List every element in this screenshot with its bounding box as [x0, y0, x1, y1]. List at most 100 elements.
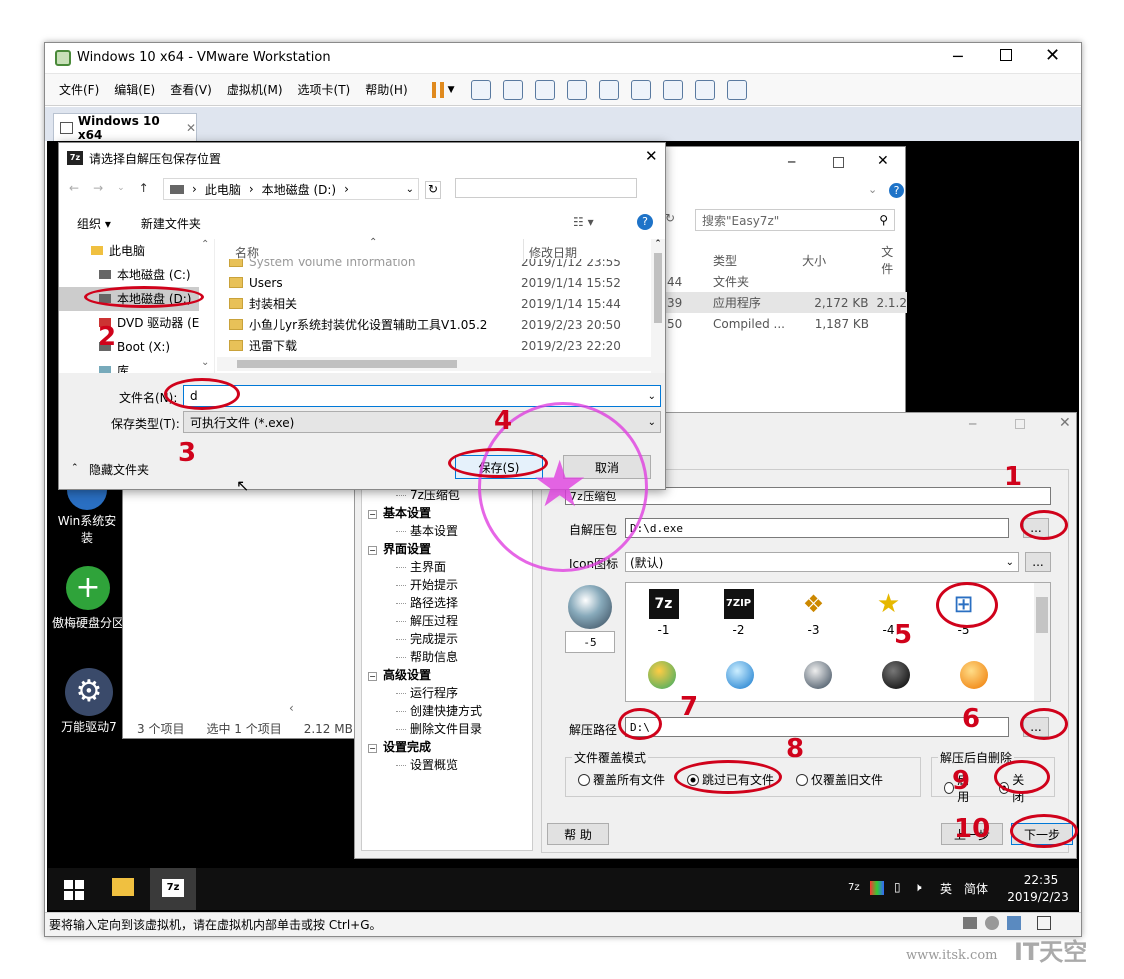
icon-browse-button[interactable]: ...: [1025, 552, 1051, 572]
filename-dropdown-icon[interactable]: ⌄: [648, 391, 656, 402]
hide-folders-toggle[interactable]: 隐藏文件夹: [89, 461, 149, 478]
icon-option-7[interactable]: [726, 661, 754, 689]
tab-vm[interactable]: Windows 10 x64 ✕: [53, 113, 197, 142]
collapse-icon[interactable]: −: [368, 510, 377, 519]
clock-date[interactable]: 2019/2/23: [998, 890, 1078, 904]
send-keys-icon[interactable]: [470, 79, 491, 100]
menu-item[interactable]: 文件(F): [59, 81, 99, 98]
dialog-close-icon[interactable]: ✕: [645, 147, 658, 165]
icon-option[interactable]: ❖ -3: [776, 589, 851, 637]
easy-minimize-icon[interactable]: ─: [969, 417, 976, 431]
file-row[interactable]: Users 2019/1/14 15:52: [229, 272, 653, 293]
icon-option-8[interactable]: [804, 661, 832, 689]
scroll-left-icon[interactable]: ‹: [289, 701, 294, 715]
tree-node[interactable]: 解压过程: [368, 612, 532, 630]
bomb-icon[interactable]: [882, 661, 910, 689]
maximize-icon[interactable]: [1000, 49, 1012, 61]
forward-icon[interactable]: →: [93, 181, 103, 195]
breadcrumb[interactable]: › 此电脑 › 本地磁盘 (D:) › ⌄: [163, 178, 419, 200]
chevron-up-icon[interactable]: ⌃: [71, 463, 79, 473]
explorer-row[interactable]: :44 文件夹: [663, 271, 907, 292]
refresh-icon[interactable]: ↻: [665, 211, 675, 225]
clock-time[interactable]: 22:35: [1016, 873, 1066, 887]
file-row[interactable]: 小鱼儿yr系统封装优化设置辅助工具V1.05.2 2019/2/23 20:50: [229, 314, 653, 335]
dropdown-icon[interactable]: ▼: [448, 85, 455, 95]
tree-node[interactable]: 运行程序: [368, 684, 532, 702]
menu-item[interactable]: 选项卡(T): [298, 81, 351, 98]
fullscreen-icon[interactable]: [662, 79, 683, 100]
organize-menu[interactable]: 组织 ▾: [77, 215, 111, 232]
tray-color-icon[interactable]: [870, 881, 884, 895]
ime-indicator[interactable]: 英: [940, 880, 952, 897]
tree-node[interactable]: − 高级设置: [368, 666, 532, 684]
taskbar-7z[interactable]: 7z: [150, 868, 196, 910]
breadcrumb-dropdown-icon[interactable]: ⌄: [406, 184, 414, 195]
lang-indicator[interactable]: 简体: [964, 880, 988, 897]
tree-node[interactable]: 路径选择: [368, 594, 532, 612]
file-row[interactable]: 封装相关 2019/1/14 15:44: [229, 293, 653, 314]
back-icon[interactable]: ←: [69, 181, 79, 195]
icon-option[interactable]: 7z -1: [626, 589, 701, 637]
volume-mute-icon[interactable]: 🕨: [914, 880, 922, 895]
dialog-search-input[interactable]: [455, 178, 637, 198]
recent-icon[interactable]: ⌄: [117, 183, 125, 193]
menu-item[interactable]: 编辑(E): [114, 81, 155, 98]
nav-item[interactable]: Boot (X:): [59, 335, 199, 359]
col-type[interactable]: 类型: [713, 252, 802, 269]
easy-maximize-icon[interactable]: [1015, 419, 1025, 429]
menu-item[interactable]: 虚拟机(M): [227, 81, 283, 98]
start-icon[interactable]: [64, 880, 84, 900]
tab-close-icon[interactable]: ✕: [186, 121, 196, 135]
usb-icon[interactable]: ▯: [894, 880, 901, 894]
tree-node[interactable]: − 设置完成: [368, 738, 532, 756]
snapshot-manager-icon[interactable]: [566, 79, 587, 100]
view-options-icon[interactable]: ☷ ▾: [573, 215, 594, 229]
ribbon-expand-icon[interactable]: ⌄: [868, 183, 877, 196]
desktop-icon-partition[interactable]: + 傲梅硬盘分区: [50, 566, 126, 631]
help-button[interactable]: 帮 助: [547, 823, 609, 845]
crumb-drive[interactable]: 本地磁盘 (D:): [262, 181, 336, 198]
tray-7z-icon[interactable]: 7z: [848, 882, 860, 893]
radio-option[interactable]: 覆盖所有文件: [578, 771, 665, 788]
nav-item[interactable]: DVD 驱动器 (E: [59, 311, 199, 335]
collapse-icon[interactable]: −: [368, 672, 377, 681]
hscrollbar[interactable]: [217, 357, 651, 371]
desktop-icon-driver[interactable]: ⚙ 万能驱动7: [54, 668, 124, 735]
explorer-close-icon[interactable]: ✕: [877, 153, 889, 169]
revert-snapshot-icon[interactable]: [534, 79, 555, 100]
filename-input[interactable]: d ⌄: [183, 385, 661, 407]
menu-item[interactable]: 查看(V): [170, 81, 212, 98]
file-scrollbar[interactable]: ⌃: [651, 239, 665, 373]
minimize-icon[interactable]: ─: [953, 47, 963, 66]
explorer-maximize-icon[interactable]: [833, 157, 844, 168]
nav-scroll-up-icon[interactable]: ⌃: [201, 239, 209, 250]
collapse-icon[interactable]: −: [368, 744, 377, 753]
file-explorer-icon[interactable]: [112, 878, 134, 896]
crumb-pc[interactable]: 此电脑: [205, 181, 241, 198]
tree-node[interactable]: 创建快捷方式: [368, 702, 532, 720]
nav-item[interactable]: 此电脑: [59, 239, 199, 263]
nav-scroll-down-icon[interactable]: ⌄: [201, 357, 209, 368]
explorer-search-input[interactable]: 搜索"Easy7z" ⚲: [695, 209, 895, 231]
radio-option[interactable]: 仅覆盖旧文件: [796, 771, 883, 788]
icon-select[interactable]: (默认) ⌄: [625, 552, 1019, 572]
pause-icon[interactable]: [431, 81, 444, 98]
file-row[interactable]: System Volume Information 2019/1/12 23:55: [229, 259, 653, 272]
icon-scrollbar[interactable]: [1034, 583, 1050, 701]
help-icon[interactable]: ?: [637, 214, 653, 230]
up-icon[interactable]: ↑: [139, 181, 149, 195]
new-folder-button[interactable]: 新建文件夹: [141, 215, 201, 232]
help-icon[interactable]: ?: [889, 183, 904, 198]
collapse-icon[interactable]: −: [368, 546, 377, 555]
nav-item[interactable]: 本地磁盘 (C:): [59, 263, 199, 287]
explorer-row[interactable]: :50 Compiled ... 1,187 KB: [663, 313, 907, 334]
icon-option-6[interactable]: [648, 661, 676, 689]
menu-item[interactable]: 帮助(H): [365, 81, 407, 98]
unity-icon[interactable]: [694, 79, 715, 100]
tree-node[interactable]: 主界面: [368, 558, 532, 576]
refresh-icon[interactable]: ↻: [425, 181, 441, 199]
tree-node[interactable]: 删除文件目录: [368, 720, 532, 738]
view-icon[interactable]: [726, 79, 747, 100]
close-icon[interactable]: ✕: [1045, 45, 1060, 66]
tree-node[interactable]: 开始提示: [368, 576, 532, 594]
